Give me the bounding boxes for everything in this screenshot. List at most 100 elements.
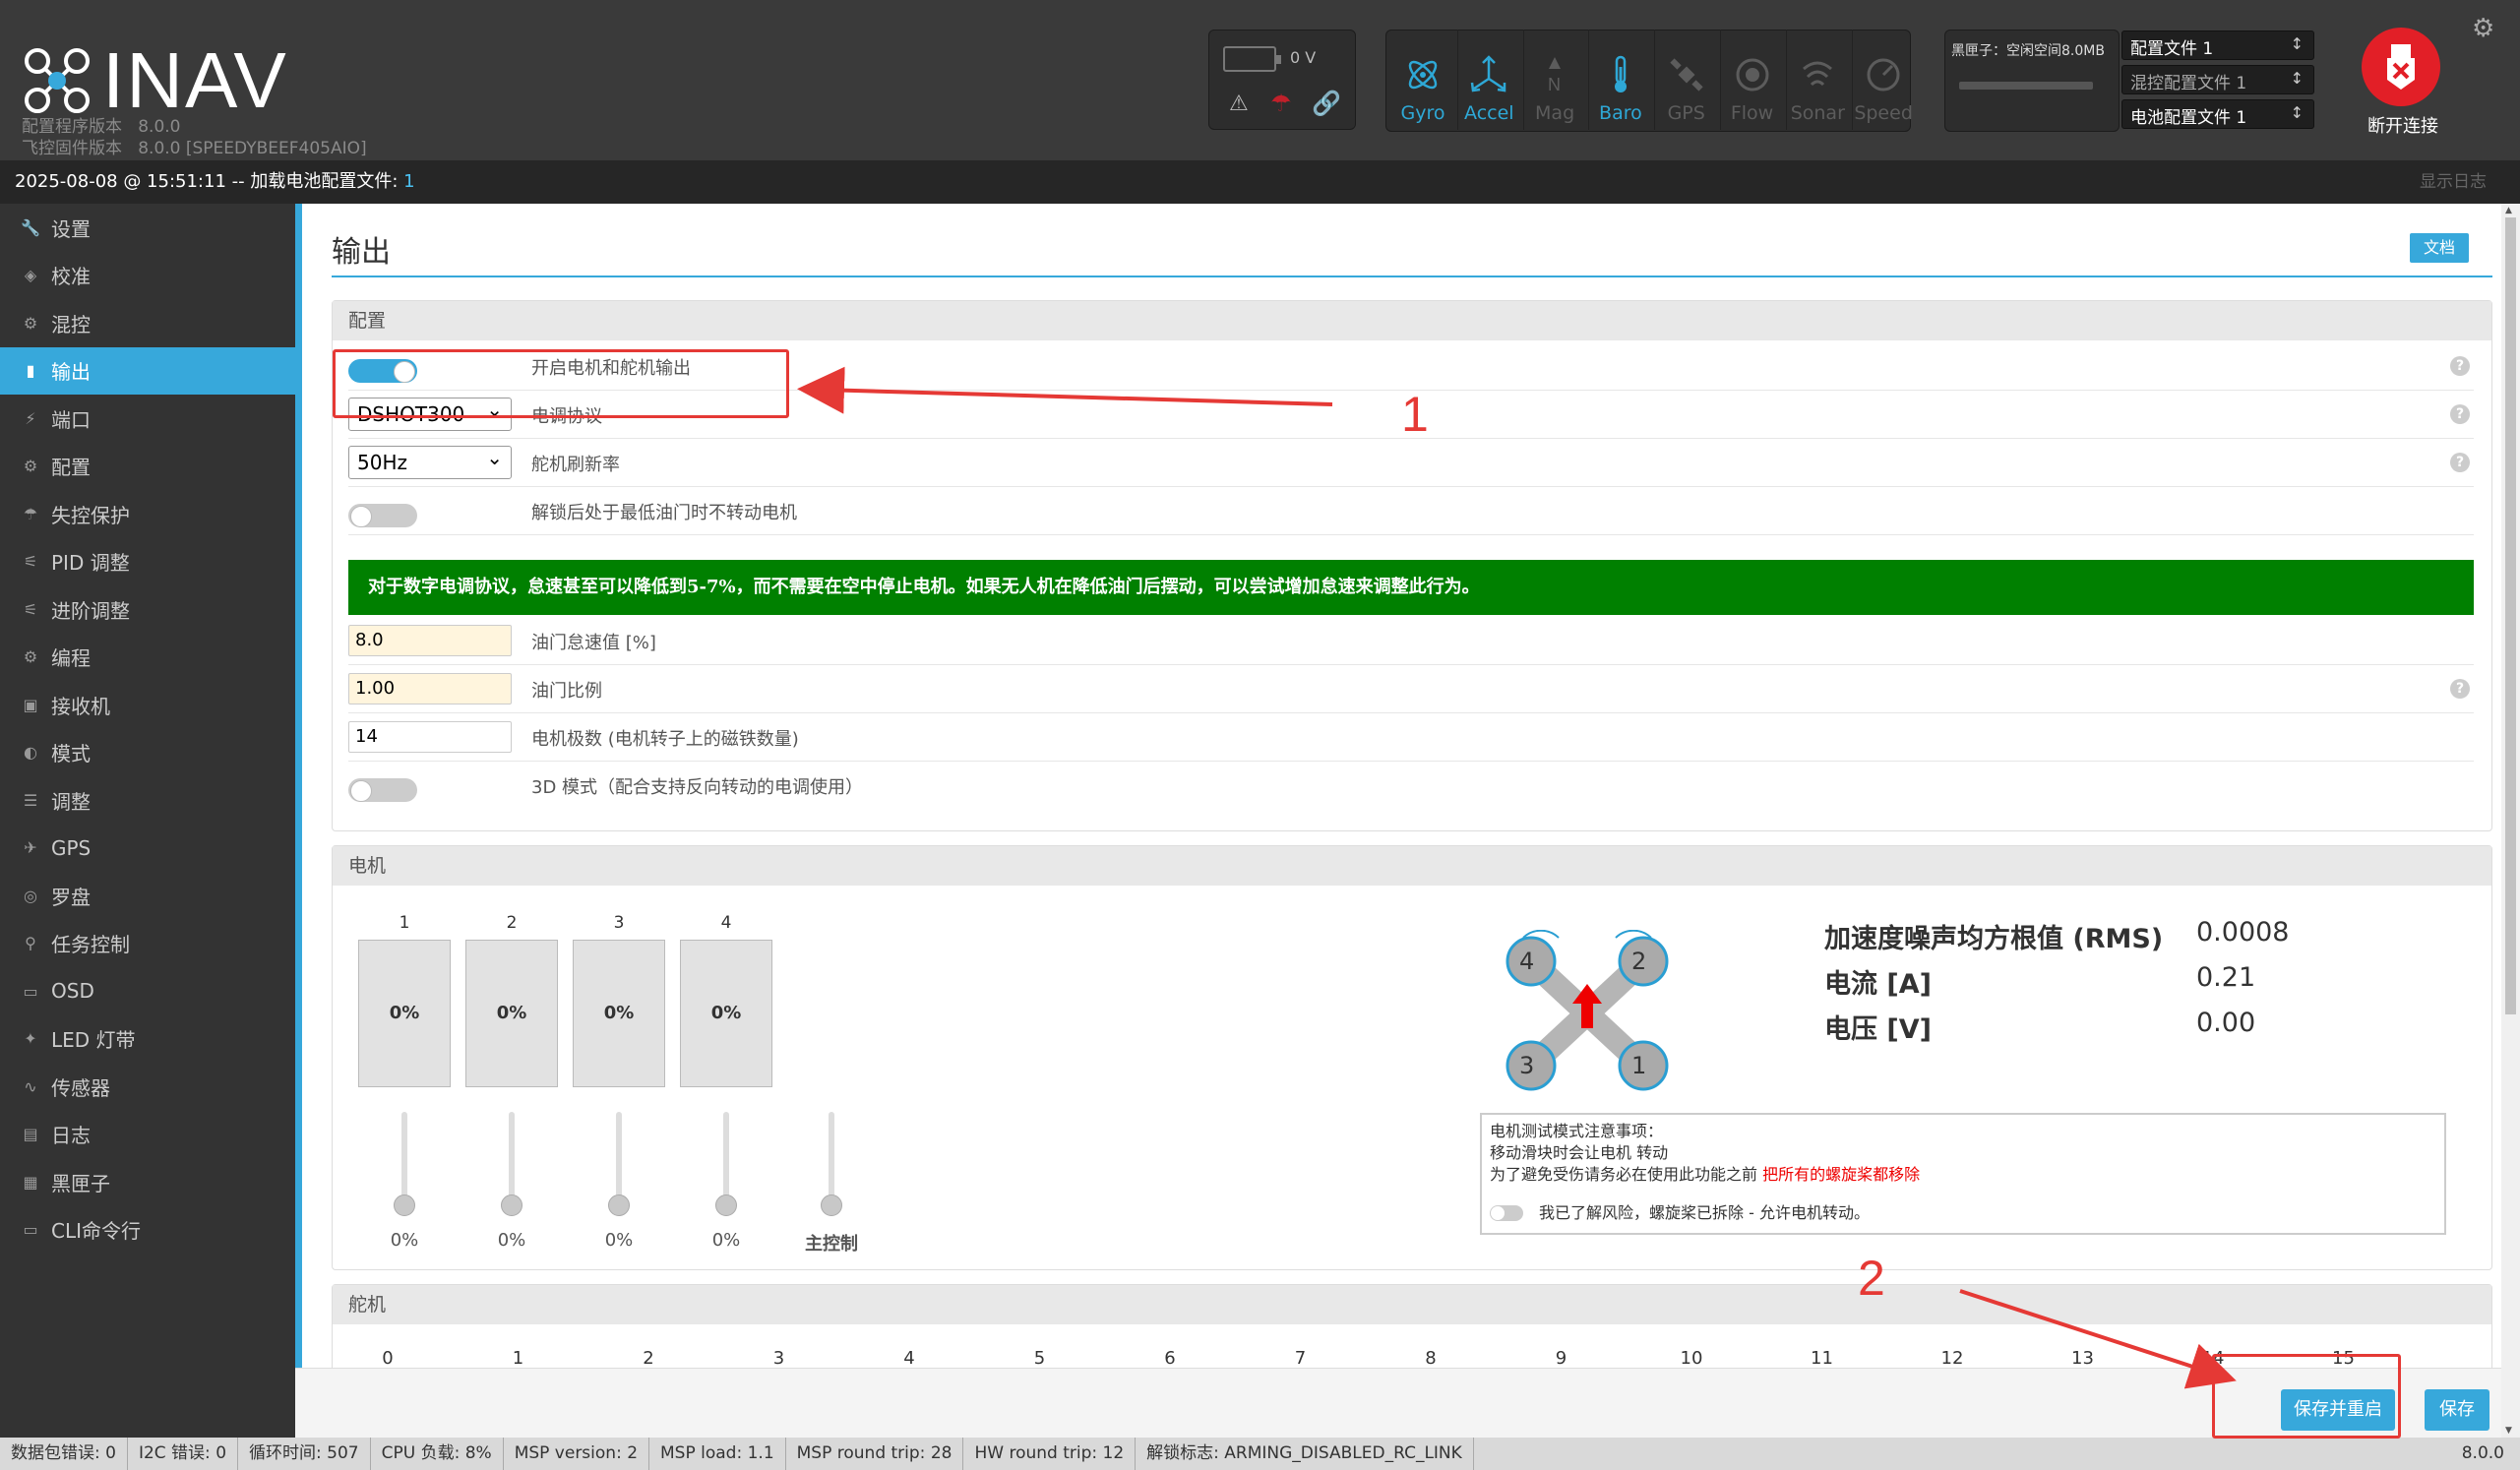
motor-slider[interactable] bbox=[608, 1112, 630, 1216]
mode-3d-row: 3D 模式（配合支持反向转动的电调使用） bbox=[348, 762, 2474, 810]
profile-select[interactable]: 配置文件 1 bbox=[2121, 31, 2314, 60]
mixer-profile-select[interactable]: 混控配置文件 1 bbox=[2121, 65, 2314, 94]
adjustments-icon: ☰ bbox=[23, 790, 38, 810]
sidebar-item-label: 接收机 bbox=[51, 694, 110, 718]
motor-slider-knob[interactable] bbox=[501, 1194, 522, 1216]
docs-button[interactable]: 文档 bbox=[2410, 233, 2469, 263]
motor-number: 3 bbox=[613, 913, 625, 933]
servo-channel-number: 6 bbox=[1164, 1348, 1176, 1369]
sidebar-item-17[interactable]: ✦ LED 灯带 bbox=[0, 1015, 295, 1064]
log-timestamp: 2025-08-08 @ 15:51:11 bbox=[15, 171, 226, 192]
motor-slider-value: 0% bbox=[390, 1230, 419, 1251]
master-slider-knob[interactable] bbox=[821, 1194, 842, 1216]
help-icon[interactable]: ? bbox=[2450, 404, 2470, 424]
show-log-link[interactable]: 显示日志 bbox=[2420, 160, 2487, 204]
motor-slider-knob[interactable] bbox=[608, 1194, 630, 1216]
blackbox-box: 黑匣子：空闲空间8.0MB bbox=[1944, 30, 2120, 132]
sidebar-item-15[interactable]: ⚲ 任务控制 bbox=[0, 920, 295, 968]
sidebar-item-label: GPS bbox=[51, 835, 92, 860]
servo-channel-number: 1 bbox=[512, 1348, 524, 1369]
save-button[interactable]: 保存 bbox=[2425, 1389, 2489, 1431]
sidebar-item-label: 编程 bbox=[51, 646, 91, 671]
sidebar-item-19[interactable]: ▤ 日志 bbox=[0, 1111, 295, 1159]
scrollbar-thumb[interactable] bbox=[2505, 217, 2516, 1014]
settings-gear-icon[interactable]: ⚙ bbox=[2472, 14, 2494, 43]
servo-refresh-select[interactable]: 50Hz bbox=[348, 442, 512, 479]
motor-stop-toggle[interactable] bbox=[348, 504, 417, 527]
motors-panel: 电机 主控制 4 2 3 1 加速度噪声均方根值 (RMS) 0.0008 电流… bbox=[332, 845, 2492, 1270]
idle-input[interactable]: 8.0 bbox=[348, 625, 512, 656]
sidebar-item-12[interactable]: ☰ 调整 bbox=[0, 776, 295, 825]
battery-profile-select[interactable]: 电池配置文件 1 bbox=[2121, 99, 2314, 129]
sidebar-item-20[interactable]: ▦ 黑匣子 bbox=[0, 1158, 295, 1206]
help-icon[interactable]: ? bbox=[2450, 356, 2470, 376]
motor-stop-label: 解锁后处于最低油门时不转动电机 bbox=[531, 503, 797, 523]
sidebar-item-6[interactable]: ☂ 失控保护 bbox=[0, 490, 295, 538]
sidebar-item-3[interactable]: ▮ 输出 bbox=[0, 346, 295, 395]
sidebar-item-8[interactable]: ⚟ 进阶调整 bbox=[0, 585, 295, 634]
master-slider[interactable] bbox=[821, 1112, 842, 1216]
mode-3d-toggle[interactable] bbox=[348, 778, 417, 802]
motor-poles-input[interactable]: 14 bbox=[348, 721, 512, 753]
sidebar-item-9[interactable]: ⚙ 编程 bbox=[0, 634, 295, 682]
osd-icon: ▭ bbox=[23, 981, 38, 1001]
scroll-down-icon[interactable]: ▼ bbox=[2505, 1426, 2512, 1436]
motor-slider[interactable] bbox=[394, 1112, 415, 1216]
motor-poles-row: 14 电机极数 (电机转子上的磁铁数量) bbox=[348, 713, 2474, 762]
battery-status-box: 0 V ⚠ ☂ 🔗 bbox=[1208, 30, 1356, 130]
plug-icon: ⚡ bbox=[25, 408, 36, 428]
servo-channel-number: 7 bbox=[1294, 1348, 1307, 1369]
motor-slider-knob[interactable] bbox=[715, 1194, 737, 1216]
sensors-icon: ∿ bbox=[24, 1076, 37, 1096]
sensor-accel: Accel bbox=[1456, 30, 1520, 130]
modes-icon: ◐ bbox=[24, 743, 37, 763]
sidebar-item-11[interactable]: ◐ 模式 bbox=[0, 729, 295, 777]
servo-channel-number: 13 bbox=[2071, 1348, 2094, 1369]
blackbox-label: 黑匣子：空闲空间8.0MB bbox=[1951, 43, 2105, 59]
sidebar-item-2[interactable]: ⚙ 混控 bbox=[0, 299, 295, 347]
help-icon[interactable]: ? bbox=[2450, 679, 2470, 699]
usb-disconnect-icon bbox=[2387, 44, 2415, 90]
sidebar-item-4[interactable]: ⚡ 端口 bbox=[0, 395, 295, 443]
motor-test-ack-toggle[interactable] bbox=[1490, 1205, 1523, 1221]
sensor-flow: Flow bbox=[1720, 30, 1783, 130]
sidebar-item-21[interactable]: ▭ CLI命令行 bbox=[0, 1206, 295, 1255]
motor-slider-knob[interactable] bbox=[394, 1194, 415, 1216]
sidebar-item-1[interactable]: ◈ 校准 bbox=[0, 252, 295, 300]
motor-output-meter: 0% bbox=[573, 940, 665, 1087]
warning-icon: ⚠ bbox=[1229, 92, 1249, 116]
parachute-icon: ☂ bbox=[23, 504, 38, 523]
servo-channel-number: 8 bbox=[1425, 1348, 1437, 1369]
sidebar-item-14[interactable]: ◎ 罗盘 bbox=[0, 872, 295, 920]
sensor-label: GPS bbox=[1667, 102, 1705, 124]
status-item: 解锁标志: ARMING_DISABLED_RC_LINK bbox=[1136, 1438, 1474, 1470]
throttle-scale-input[interactable]: 1.00 bbox=[348, 673, 512, 704]
diagram-motor-1: 1 bbox=[1631, 1052, 1647, 1079]
sensor-label: Speed bbox=[1854, 102, 1913, 124]
sidebar-item-0[interactable]: 🔧 设置 bbox=[0, 204, 295, 252]
sidebar-item-16[interactable]: ▭ OSD bbox=[0, 967, 295, 1015]
servo-channel-number: 10 bbox=[1680, 1348, 1703, 1369]
sidebar-item-label: 任务控制 bbox=[51, 933, 130, 957]
status-item: 数据包错误: 0 bbox=[0, 1438, 128, 1470]
sidebar-item-label: 调整 bbox=[51, 789, 91, 814]
sidebar-item-18[interactable]: ∿ 传感器 bbox=[0, 1063, 295, 1111]
gps-icon bbox=[1667, 55, 1706, 102]
motor-slider[interactable] bbox=[501, 1112, 522, 1216]
sidebar-item-13[interactable]: ✈ GPS bbox=[0, 825, 295, 873]
quad-logo-icon bbox=[25, 48, 90, 113]
help-icon[interactable]: ? bbox=[2450, 453, 2470, 472]
disconnect-label: 断开连接 bbox=[2367, 116, 2438, 137]
motor-slider[interactable] bbox=[715, 1112, 737, 1216]
disconnect-button[interactable] bbox=[2362, 28, 2440, 106]
sensor-mag: N Mag bbox=[1522, 30, 1586, 130]
gyro-icon bbox=[1403, 55, 1443, 102]
sidebar-item-5[interactable]: ⚙ 配置 bbox=[0, 443, 295, 491]
sidebar-item-10[interactable]: ▣ 接收机 bbox=[0, 681, 295, 729]
sidebar-item-7[interactable]: ⚟ PID 调整 bbox=[0, 538, 295, 586]
scroll-up-icon[interactable]: ▲ bbox=[2505, 206, 2512, 215]
vertical-scrollbar[interactable]: ▲ ▼ bbox=[2501, 204, 2520, 1438]
servo-refresh-row: 50Hz 舵机刷新率 ? bbox=[348, 439, 2474, 487]
config-panel-heading: 配置 bbox=[333, 301, 2491, 340]
logging-icon: ▤ bbox=[23, 1125, 38, 1144]
